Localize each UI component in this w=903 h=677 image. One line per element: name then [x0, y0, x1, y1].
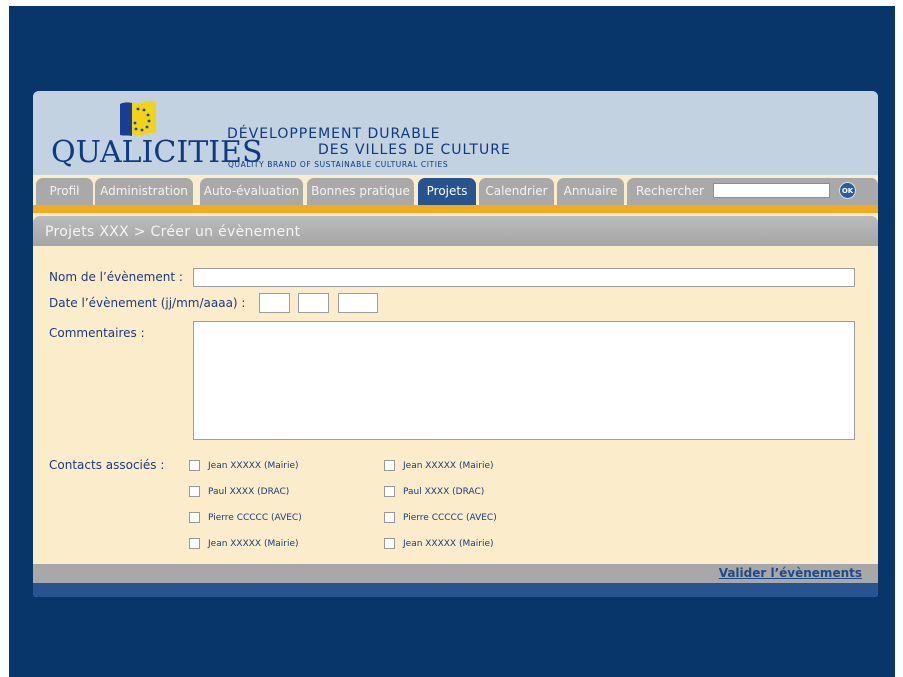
- contact-label: Jean XXXXX (Mairie): [403, 539, 494, 549]
- contact-label: Jean XXXXX (Mairie): [208, 539, 299, 549]
- event-date-label: Date l’évènement (jj/mm/aaaa) :: [49, 296, 246, 310]
- accent-bar: [33, 205, 878, 213]
- tab-administration[interactable]: Administration: [95, 178, 193, 205]
- search-ok-button[interactable]: OK: [839, 182, 856, 199]
- contact-checkbox[interactable]: [189, 486, 200, 497]
- contact-label: Pierre CCCCC (AVEC): [208, 513, 302, 523]
- header-banner: QUALICITIES DÉVELOPPEMENT DURABLE DES VI…: [33, 91, 878, 175]
- contact-checkbox[interactable]: [384, 512, 395, 523]
- contact-label: Paul XXXX (DRAC): [403, 487, 485, 497]
- contact-checkbox[interactable]: [189, 538, 200, 549]
- app-window: QUALICITIES DÉVELOPPEMENT DURABLE DES VI…: [33, 91, 878, 597]
- contact-checkbox[interactable]: [384, 486, 395, 497]
- date-day-input[interactable]: [259, 293, 290, 313]
- eu-flag-icon: [120, 100, 156, 136]
- contact-label: Paul XXXX (DRAC): [208, 487, 290, 497]
- tab-profil[interactable]: Profil: [36, 178, 93, 205]
- contact-checkbox[interactable]: [189, 512, 200, 523]
- contact-checkbox[interactable]: [384, 460, 395, 471]
- brand-tagline-3: QUALITY BRAND OF SUSTAINABLE CULTURAL CI…: [228, 160, 449, 169]
- contact-checkbox[interactable]: [384, 538, 395, 549]
- tab-auto-evaluation[interactable]: Auto-évaluation: [200, 178, 303, 205]
- page-breadcrumb: Projets XXX > Créer un évènement: [45, 224, 301, 240]
- contacts-label: Contacts associés :: [49, 458, 165, 472]
- search-input[interactable]: [713, 183, 830, 198]
- comments-label: Commentaires :: [49, 326, 145, 340]
- tab-calendrier[interactable]: Calendrier: [479, 178, 554, 205]
- event-name-label: Nom de l’évènement :: [49, 270, 183, 284]
- brand-tagline-2: DES VILLES DE CULTURE: [318, 142, 511, 158]
- contact-label: Pierre CCCCC (AVEC): [403, 513, 497, 523]
- submit-link[interactable]: Valider l’évènements: [719, 566, 862, 580]
- contact-label: Jean XXXXX (Mairie): [403, 461, 494, 471]
- contact-label: Jean XXXXX (Mairie): [208, 461, 299, 471]
- tab-projets[interactable]: Projets: [418, 178, 476, 205]
- contact-checkbox[interactable]: [189, 460, 200, 471]
- tab-annuaire[interactable]: Annuaire: [557, 178, 624, 205]
- event-name-input[interactable]: [193, 268, 855, 287]
- date-month-input[interactable]: [298, 293, 329, 313]
- comments-textarea[interactable]: [193, 321, 855, 440]
- date-year-input[interactable]: [338, 293, 378, 313]
- footer-bar: [33, 583, 878, 597]
- tab-bonnes-pratique[interactable]: Bonnes pratique: [307, 178, 414, 205]
- brand-tagline-1: DÉVELOPPEMENT DURABLE: [227, 126, 441, 142]
